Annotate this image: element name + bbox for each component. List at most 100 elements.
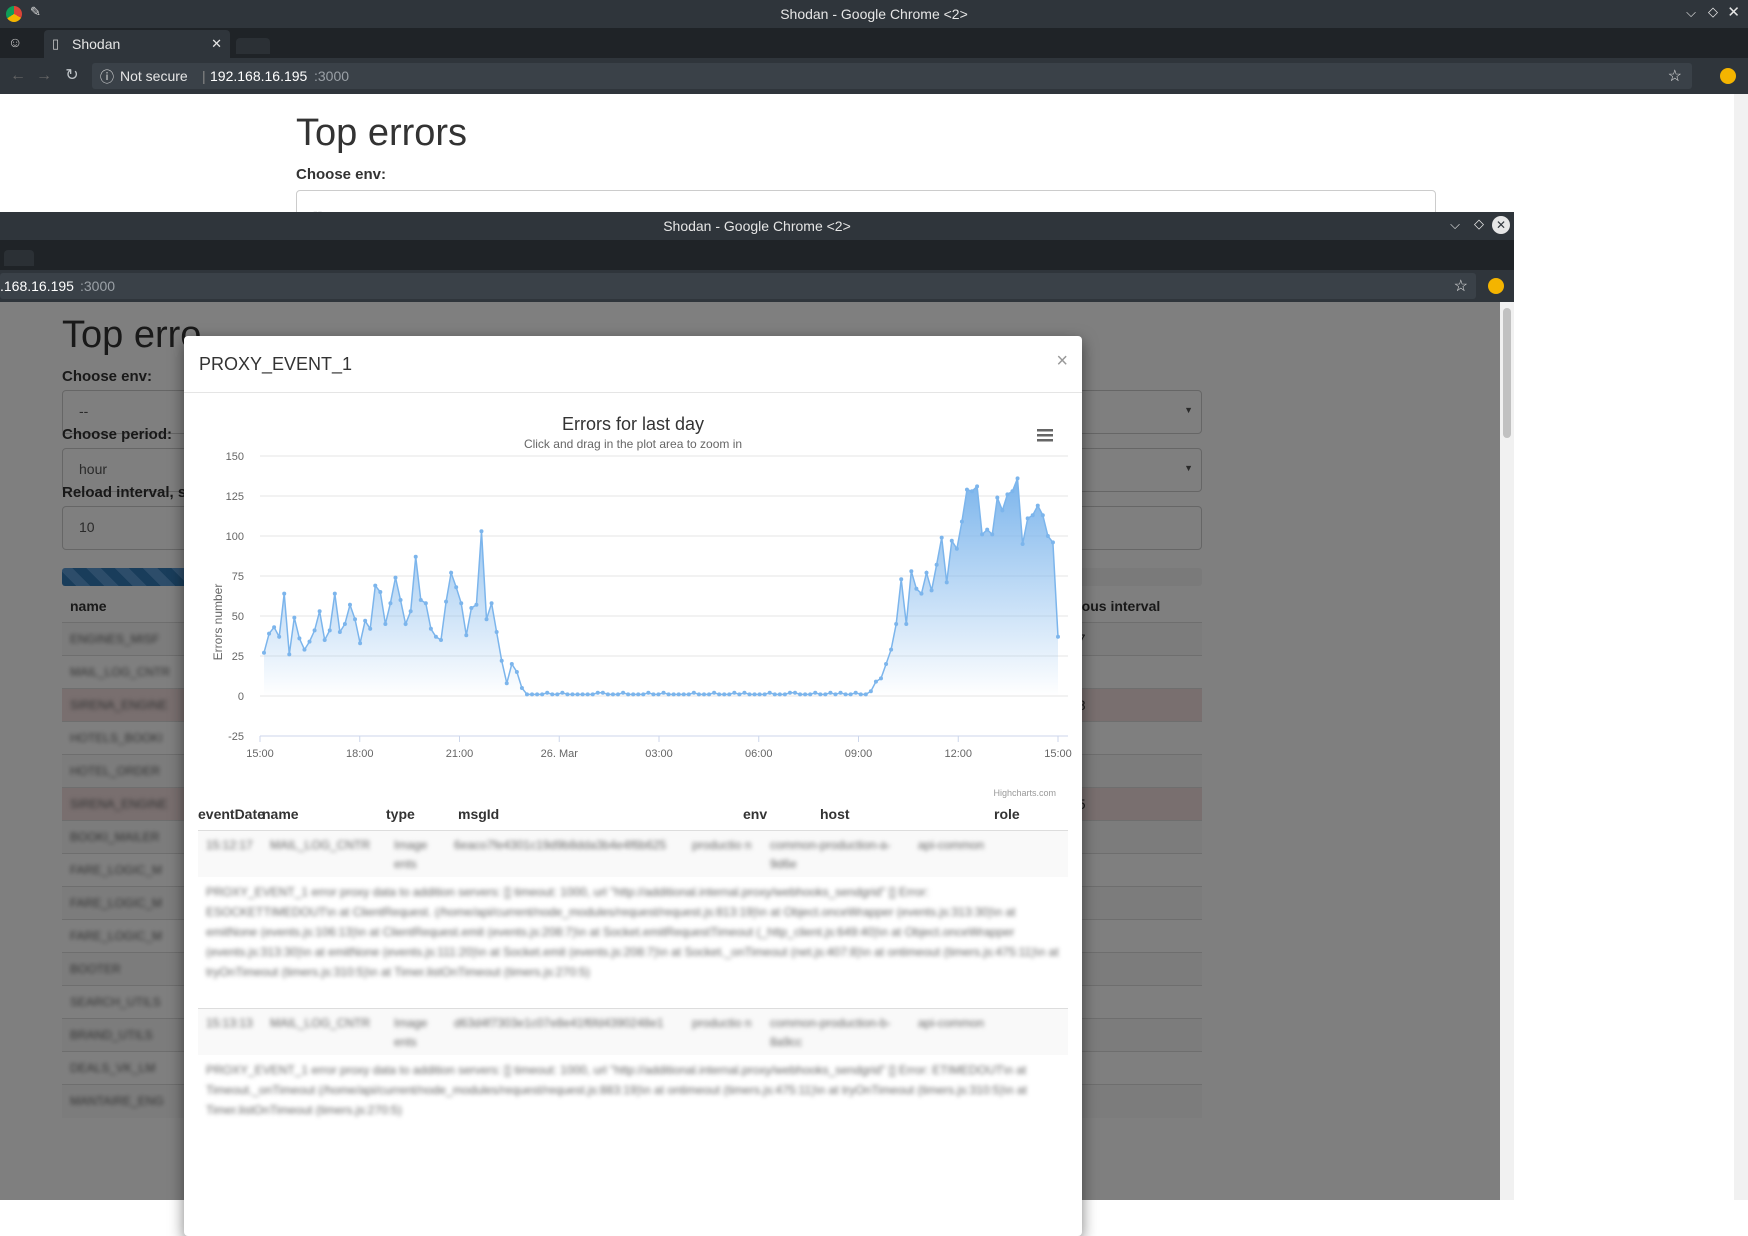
- data-point[interactable]: [439, 638, 444, 642]
- data-point[interactable]: [297, 636, 302, 641]
- data-point[interactable]: [595, 690, 600, 695]
- data-point[interactable]: [934, 562, 939, 567]
- series-area[interactable]: [264, 478, 1058, 696]
- data-point[interactable]: [262, 650, 266, 655]
- data-point[interactable]: [378, 590, 383, 594]
- data-point[interactable]: [762, 692, 767, 697]
- data-point[interactable]: [383, 622, 388, 626]
- data-point[interactable]: [555, 692, 560, 697]
- data-point[interactable]: [302, 647, 307, 652]
- data-point[interactable]: [631, 692, 636, 697]
- data-point[interactable]: [337, 630, 342, 634]
- data-point[interactable]: [914, 586, 919, 591]
- data-point[interactable]: [530, 692, 535, 697]
- data-point[interactable]: [894, 622, 899, 626]
- data-point[interactable]: [889, 647, 894, 652]
- data-point[interactable]: [818, 692, 823, 697]
- data-point[interactable]: [358, 641, 363, 646]
- data-point[interactable]: [676, 692, 681, 697]
- events-col-header[interactable]: env: [743, 806, 767, 822]
- data-point[interactable]: [772, 692, 777, 697]
- data-point[interactable]: [347, 602, 352, 607]
- data-point[interactable]: [924, 570, 929, 575]
- data-point[interactable]: [1030, 513, 1035, 518]
- data-point[interactable]: [282, 591, 287, 596]
- data-point[interactable]: [580, 692, 585, 697]
- new-tab-button[interactable]: [4, 250, 34, 266]
- close-window-icon[interactable]: ✕: [1492, 216, 1510, 234]
- data-point[interactable]: [605, 692, 610, 697]
- data-point[interactable]: [317, 609, 322, 614]
- data-point[interactable]: [833, 692, 838, 697]
- data-point[interactable]: [307, 639, 312, 644]
- data-point[interactable]: [519, 686, 524, 690]
- data-point[interactable]: [737, 692, 742, 697]
- data-point[interactable]: [388, 601, 393, 606]
- data-point[interactable]: [681, 692, 686, 697]
- data-point[interactable]: [459, 601, 464, 606]
- data-point[interactable]: [878, 676, 883, 681]
- bookmark-star-icon[interactable]: ☆: [1668, 66, 1682, 86]
- data-point[interactable]: [919, 591, 924, 596]
- maximize-icon[interactable]: ◇: [1474, 216, 1484, 232]
- data-point[interactable]: [742, 690, 747, 695]
- data-point[interactable]: [565, 692, 570, 697]
- data-point[interactable]: [641, 692, 646, 697]
- bookmark-star-icon[interactable]: ☆: [1454, 276, 1468, 296]
- data-point[interactable]: [949, 538, 954, 543]
- data-point[interactable]: [312, 628, 317, 633]
- data-point[interactable]: [1040, 513, 1045, 518]
- data-point[interactable]: [287, 652, 292, 657]
- close-window-icon[interactable]: ✕: [1727, 3, 1740, 21]
- data-point[interactable]: [732, 690, 737, 695]
- data-point[interactable]: [524, 692, 529, 697]
- data-point[interactable]: [469, 606, 474, 610]
- back-arrow-icon[interactable]: ←: [8, 66, 28, 86]
- data-point[interactable]: [535, 692, 540, 697]
- data-point[interactable]: [408, 609, 413, 614]
- chart-credits[interactable]: Highcharts.com: [993, 788, 1056, 798]
- data-point[interactable]: [838, 690, 843, 695]
- events-col-header[interactable]: msgId: [458, 806, 499, 822]
- data-point[interactable]: [656, 692, 661, 697]
- data-point[interactable]: [990, 532, 995, 537]
- data-point[interactable]: [479, 529, 484, 534]
- data-point[interactable]: [899, 577, 904, 582]
- data-point[interactable]: [808, 692, 813, 697]
- events-col-header[interactable]: host: [820, 806, 850, 822]
- data-point[interactable]: [873, 679, 878, 684]
- data-point[interactable]: [484, 617, 489, 622]
- data-point[interactable]: [1056, 634, 1060, 639]
- data-point[interactable]: [727, 692, 732, 697]
- data-point[interactable]: [782, 692, 787, 697]
- data-point[interactable]: [449, 570, 454, 575]
- data-point[interactable]: [621, 690, 626, 695]
- data-point[interactable]: [393, 575, 398, 580]
- data-point[interactable]: [342, 622, 347, 626]
- data-point[interactable]: [944, 580, 949, 585]
- modal-close-button[interactable]: ×: [1056, 350, 1068, 373]
- data-point[interactable]: [464, 633, 469, 638]
- events-col-header[interactable]: eventDate: [198, 806, 265, 822]
- data-point[interactable]: [373, 583, 378, 588]
- data-point[interactable]: [509, 662, 514, 666]
- data-point[interactable]: [691, 690, 696, 695]
- extension-icon[interactable]: [1720, 68, 1736, 84]
- data-point[interactable]: [363, 618, 368, 623]
- data-point[interactable]: [550, 692, 555, 697]
- data-point[interactable]: [353, 617, 358, 622]
- data-point[interactable]: [843, 692, 848, 697]
- data-point[interactable]: [585, 692, 590, 697]
- data-point[interactable]: [929, 588, 934, 593]
- reload-icon[interactable]: ↻: [62, 66, 82, 86]
- data-point[interactable]: [909, 569, 914, 574]
- events-col-header[interactable]: name: [262, 806, 299, 822]
- tab-close-icon[interactable]: ✕: [211, 36, 222, 52]
- data-point[interactable]: [444, 599, 449, 604]
- data-point[interactable]: [666, 692, 671, 697]
- event-row[interactable]: 15:12:17 MAIL_LOG_CNTR Image ents 6eaco7fe4…: [198, 830, 1068, 877]
- data-point[interactable]: [454, 585, 459, 590]
- data-point[interactable]: [686, 692, 691, 697]
- data-point[interactable]: [701, 692, 706, 697]
- minimize-icon[interactable]: ⌵: [1686, 5, 1696, 21]
